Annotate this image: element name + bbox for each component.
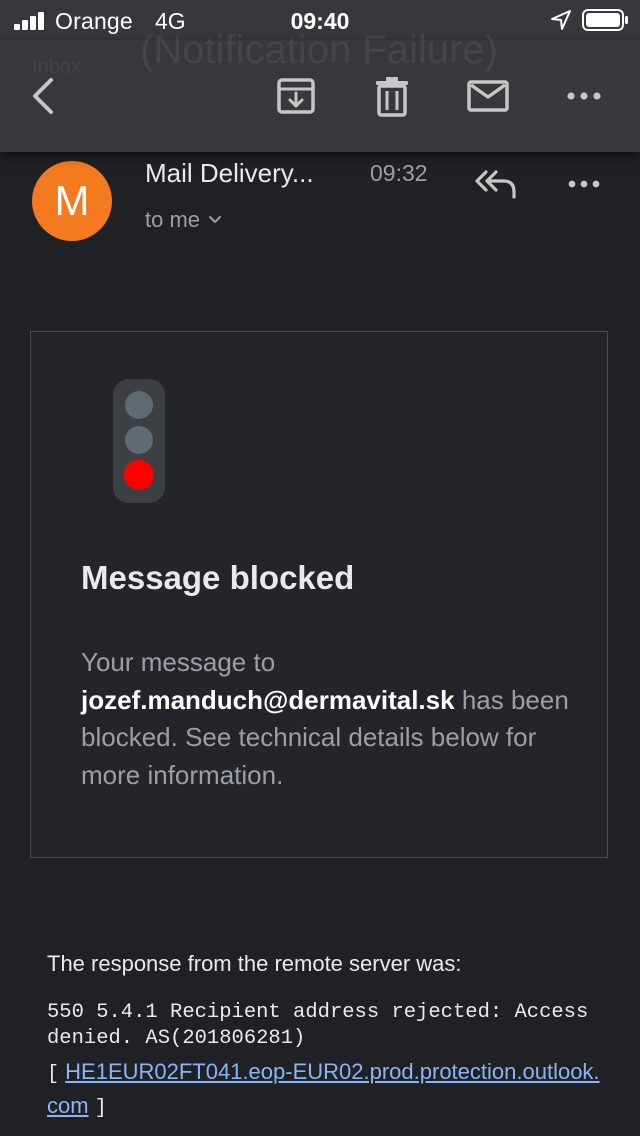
traffic-light-icon <box>113 379 165 503</box>
reply-all-button[interactable] <box>470 164 522 204</box>
response-label: The response from the remote server was: <box>47 951 462 976</box>
error-code: 550 5.4.1 Recipient address rejected: Ac… <box>47 1001 601 1050</box>
chevron-down-icon <box>209 216 222 223</box>
more-horizontal-icon <box>568 180 600 188</box>
location-arrow-icon <box>551 10 571 30</box>
sender-name[interactable]: Mail Delivery... <box>145 158 314 189</box>
close-bracket: ] <box>94 1097 107 1120</box>
more-horizontal-icon <box>567 92 601 100</box>
message-time: 09:32 <box>370 160 428 186</box>
reply-all-icon <box>475 170 516 199</box>
sender-avatar[interactable]: M <box>32 161 112 241</box>
server-line: [ HE1EUR02FT041.eop-EUR02.prod.protectio… <box>47 1056 607 1124</box>
recipient-details-toggle[interactable]: to me <box>145 207 222 233</box>
message-blocked-card: Message blocked Your message to jozef.ma… <box>30 331 608 858</box>
archive-button[interactable] <box>270 70 322 122</box>
card-body: Your message to jozef.manduch@dermavital… <box>81 644 571 794</box>
mark-unread-button[interactable] <box>462 70 514 122</box>
mark-unread-icon <box>467 80 509 112</box>
archive-icon <box>277 78 315 114</box>
ghost-subject: (Notification Failure) <box>140 28 498 72</box>
back-button[interactable] <box>18 70 70 122</box>
blocked-recipient-email: jozef.manduch@dermavital.sk <box>81 684 455 715</box>
trash-icon <box>376 77 408 117</box>
back-arrow-icon <box>33 78 53 114</box>
body-prefix: Your message to <box>81 647 276 677</box>
more-options-button[interactable] <box>558 70 610 122</box>
server-link[interactable]: HE1EUR02FT041.eop-EUR02.prod.protection.… <box>47 1059 600 1118</box>
card-title: Message blocked <box>81 559 355 596</box>
open-bracket: [ <box>47 1063 60 1086</box>
message-toolbar: (Notification Failure) Inbox <box>0 28 640 152</box>
message-more-button[interactable] <box>560 164 608 204</box>
delete-button[interactable] <box>366 70 418 122</box>
battery-icon <box>582 9 628 31</box>
recipient-label: to me <box>145 207 201 232</box>
